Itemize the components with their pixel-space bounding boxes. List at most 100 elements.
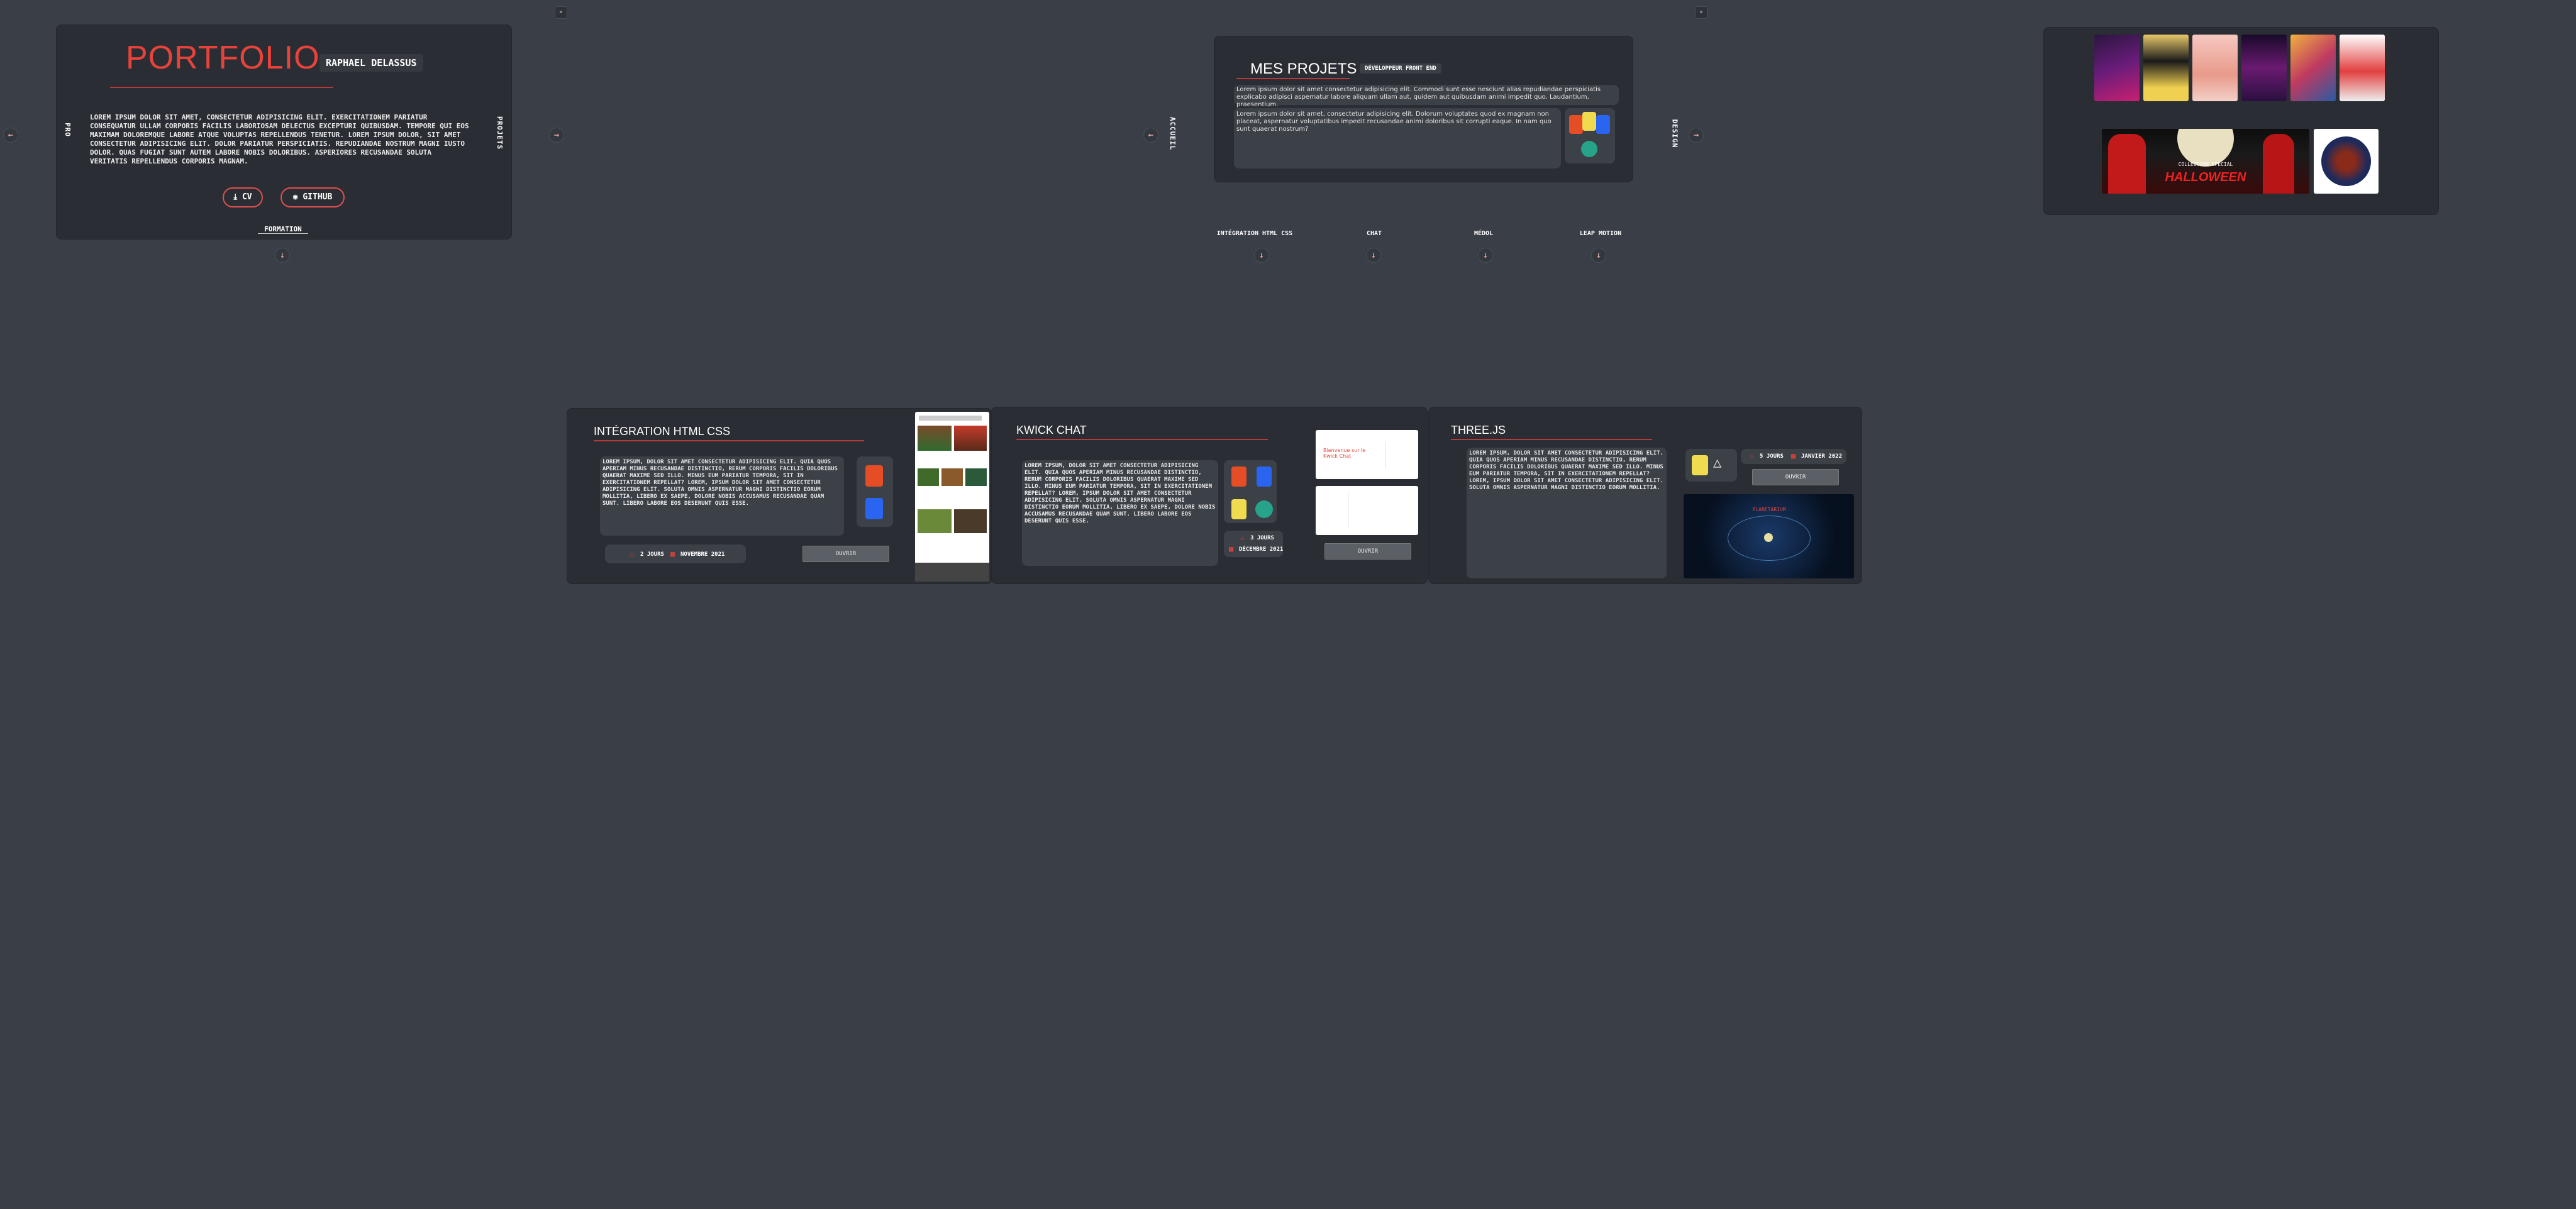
css3-icon-p2 xyxy=(1257,466,1272,487)
cv-button[interactable]: ⤓ CV xyxy=(223,187,263,207)
ss1-img3 xyxy=(918,468,939,486)
ss1-header xyxy=(919,416,982,421)
project3-text: LOREM IPSUM, DOLOR SIT AMET CONSECTETUR … xyxy=(1467,448,1667,578)
down-arrow-formation[interactable]: ↓ xyxy=(275,248,290,263)
design-thumb-5[interactable] xyxy=(2290,35,2336,101)
right-arrow-projects[interactable]: → xyxy=(1689,128,1704,143)
cv-label: CV xyxy=(242,192,252,202)
html5-icon-p1 xyxy=(865,465,883,487)
projects-badge: DÉVELOPPEUR FRONT END xyxy=(1360,63,1441,74)
project1-duration: 2 JOURS xyxy=(640,551,664,558)
project2-date: DÉCEMBRE 2021 xyxy=(1239,546,1284,553)
down-arrow-chat[interactable]: ↓ xyxy=(1366,248,1381,263)
sub-label-integration[interactable]: INTÉGRATION HTML CSS xyxy=(1214,230,1296,237)
design-thumb-4[interactable] xyxy=(2241,35,2287,101)
project3-duration: 5 JOURS xyxy=(1760,453,1784,460)
project3-underline xyxy=(1451,439,1652,440)
projects-title: MES PROJETS xyxy=(1250,60,1357,77)
close-icon-1[interactable]: × xyxy=(555,6,567,19)
p2-calendar-icon: ▦ xyxy=(1229,544,1234,553)
ss1-footer xyxy=(915,563,989,582)
design-thumb-halloween[interactable]: COLLECTION SPÉCIAL HALLOWEEN xyxy=(2102,129,2309,194)
project1-underline xyxy=(594,440,864,441)
ss1-img4 xyxy=(941,468,963,486)
project3-date: JANVIER 2022 xyxy=(1801,453,1843,460)
github-label: GITHUB xyxy=(303,192,333,202)
project2-screenshot-2[interactable] xyxy=(1316,486,1418,535)
html5-icon xyxy=(1569,115,1583,134)
project3-screenshot[interactable]: PLANETARIUM xyxy=(1684,494,1854,578)
ss1-img2 xyxy=(954,426,987,451)
right-arrow-home[interactable]: → xyxy=(549,128,564,143)
left-arrow-projects[interactable]: ← xyxy=(1143,128,1158,143)
halloween-moon xyxy=(2177,129,2234,167)
design-thumb-6[interactable] xyxy=(2340,35,2385,101)
planetarium-title: PLANETARIUM xyxy=(1752,507,1786,512)
projects-intro: Lorem ipsum dolor sit amet consectetur a… xyxy=(1234,85,1619,108)
close-icon-2[interactable]: × xyxy=(1695,6,1707,19)
formation-label[interactable]: FORMATION xyxy=(258,225,308,234)
project1-screenshot[interactable] xyxy=(915,412,989,582)
author-name: RAPHAEL DELASSUS xyxy=(319,54,423,72)
p3-calendar-icon: ▦ xyxy=(1791,451,1796,460)
design-thumb-logo[interactable] xyxy=(2314,129,2379,194)
project1-text: LOREM IPSUM, DOLOR SIT AMET CONSECTETUR … xyxy=(600,456,844,536)
javascript-icon xyxy=(1582,112,1596,131)
project1-date: NOVEMBRE 2021 xyxy=(680,551,725,558)
down-arrow-medol[interactable]: ↓ xyxy=(1478,248,1493,263)
halloween-figure-right xyxy=(2263,134,2294,194)
javascript-icon-p2 xyxy=(1231,499,1246,519)
vuejs-icon-p2 xyxy=(1255,500,1273,518)
down-arrow-leap[interactable]: ↓ xyxy=(1591,248,1606,263)
kwick-chat-list xyxy=(1323,492,1349,527)
planet-core xyxy=(1764,533,1773,542)
sub-label-medol[interactable]: MÉDOL xyxy=(1468,230,1499,237)
project2-underline xyxy=(1016,439,1268,440)
logo-seal xyxy=(2321,136,2371,186)
ss1-img7 xyxy=(954,509,987,533)
p3-flame-icon: ♨ xyxy=(1750,451,1755,460)
projects-right-side-label[interactable]: DESIGN xyxy=(1670,119,1679,148)
design-thumb-2[interactable] xyxy=(2143,35,2189,101)
project2-text: LOREM IPSUM, DOLOR SIT AMET CONSECTETUR … xyxy=(1022,460,1218,566)
project3-title: THREE.JS xyxy=(1451,424,1506,436)
project2-screenshot-1[interactable]: Bienvenue sur le Kwick Chat xyxy=(1316,430,1418,479)
design-thumb-3[interactable] xyxy=(2192,35,2238,101)
p1-calendar-icon: ▦ xyxy=(670,549,675,558)
ss1-img6 xyxy=(918,509,952,533)
project2-open-button[interactable]: OUVRIR xyxy=(1324,543,1411,560)
html5-icon-p2 xyxy=(1231,466,1246,487)
design-thumb-1[interactable] xyxy=(2094,35,2140,101)
left-arrow-home[interactable]: ← xyxy=(3,128,18,143)
home-description: LOREM IPSUM DOLOR SIT AMET, CONSECTETUR … xyxy=(90,113,469,165)
project3-open-button[interactable]: OUVRIR xyxy=(1752,469,1839,485)
threejs-icon: △ xyxy=(1713,455,1722,471)
project1-open-button[interactable]: OUVRIR xyxy=(802,546,889,562)
sub-label-leap-motion[interactable]: LEAP MOTION xyxy=(1572,230,1629,237)
down-arrow-integration[interactable]: ↓ xyxy=(1254,248,1269,263)
project2-title: KWICK CHAT xyxy=(1016,424,1087,436)
css3-icon xyxy=(1596,115,1610,134)
title-underline xyxy=(110,87,333,88)
projects-left-side-label[interactable]: ACCUEIL xyxy=(1169,117,1177,150)
ss1-img5 xyxy=(965,468,987,486)
kwick-welcome-text: Bienvenue sur le Kwick Chat xyxy=(1323,448,1366,459)
halloween-text: HALLOWEEN xyxy=(2165,170,2246,184)
sub-label-chat[interactable]: CHAT xyxy=(1358,230,1390,237)
portfolio-title: PORTFOLIO xyxy=(126,40,320,76)
javascript-icon-p3 xyxy=(1692,455,1708,475)
ss1-img1 xyxy=(918,426,952,451)
project1-title: INTÉGRATION HTML CSS xyxy=(594,425,731,438)
p2-flame-icon: ♨ xyxy=(1240,533,1245,542)
css3-icon-p1 xyxy=(865,498,883,519)
download-icon: ⤓ xyxy=(233,192,242,202)
halloween-hoodie-left xyxy=(2108,134,2146,194)
vuejs-icon xyxy=(1581,141,1597,157)
github-icon: ◉ xyxy=(292,192,303,202)
github-button[interactable]: ◉ GITHUB xyxy=(280,187,345,207)
home-right-side-label[interactable]: PROJETS xyxy=(496,116,504,150)
projects-underline xyxy=(1236,78,1350,79)
projects-body: Lorem ipsum dolor sit amet, consectetur … xyxy=(1234,108,1561,168)
home-left-side-label[interactable]: PRO xyxy=(64,123,72,137)
p1-flame-icon: ♨ xyxy=(630,549,635,558)
